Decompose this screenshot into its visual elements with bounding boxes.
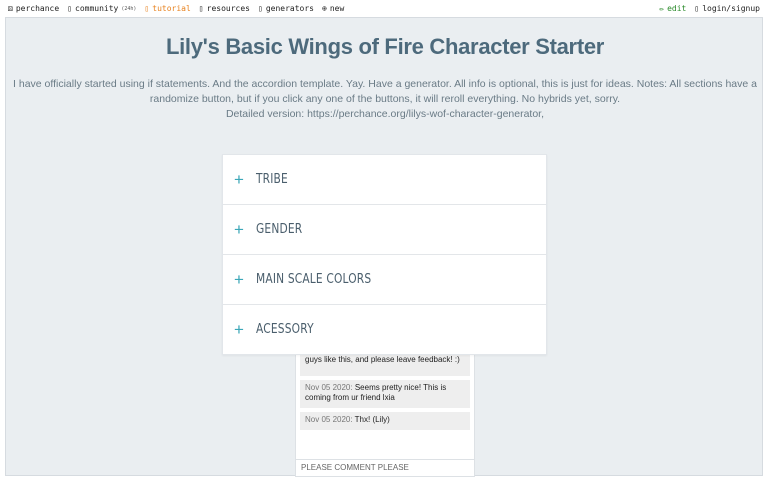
chat-icon: ▯ xyxy=(67,4,73,13)
accordion: + TRIBE + GENDER + MAIN SCALE COLORS + A… xyxy=(222,154,547,355)
top-nav: ⚄ perchance ▯ community (24h) ▯ tutorial… xyxy=(0,0,768,17)
comments-box: guys like this, and please leave feedbac… xyxy=(295,343,475,477)
book-icon: ▯ xyxy=(144,4,150,13)
generator-panel: Lily's Basic Wings of Fire Character Sta… xyxy=(5,17,763,477)
edit-link[interactable]: ✏ edit xyxy=(659,4,686,13)
accordion-item-tribe[interactable]: + TRIBE xyxy=(223,155,546,205)
plus-icon: + xyxy=(234,270,244,289)
plus-circle-icon: ⊕ xyxy=(321,4,327,13)
folder-icon: ▯ xyxy=(198,4,204,13)
plus-icon: + xyxy=(234,320,244,339)
dice-icon: ⚄ xyxy=(8,4,13,13)
plus-icon: + xyxy=(234,170,244,189)
plus-icon: + xyxy=(234,220,244,239)
list-icon: ▯ xyxy=(257,4,263,13)
comment-item: Nov 05 2020: Seems pretty nice! This is … xyxy=(300,380,470,408)
community-link[interactable]: ▯ community (24h) xyxy=(67,4,136,13)
user-icon: ▯ xyxy=(694,4,700,13)
accordion-item-accessory[interactable]: + ACESSORY xyxy=(223,305,546,354)
brand-link[interactable]: ⚄ perchance xyxy=(8,4,59,13)
accordion-item-main-scale-colors[interactable]: + MAIN SCALE COLORS xyxy=(223,255,546,305)
new-link[interactable]: ⊕ new xyxy=(322,4,344,13)
resources-link[interactable]: ▯ resources xyxy=(199,4,250,13)
comment-input[interactable]: PLEASE COMMENT PLEASE xyxy=(296,459,474,477)
pencil-icon: ✏ xyxy=(659,4,665,13)
tutorial-link[interactable]: ▯ tutorial xyxy=(144,4,190,13)
login-link[interactable]: ▯ login/signup xyxy=(694,4,760,13)
generators-link[interactable]: ▯ generators xyxy=(258,4,314,13)
accordion-item-gender[interactable]: + GENDER xyxy=(223,205,546,255)
page-description: I have officially started using if state… xyxy=(13,78,757,120)
comment-item: Nov 05 2020: Thx! (Lily) xyxy=(300,412,470,430)
page-title: Lily's Basic Wings of Fire Character Sta… xyxy=(165,34,605,59)
